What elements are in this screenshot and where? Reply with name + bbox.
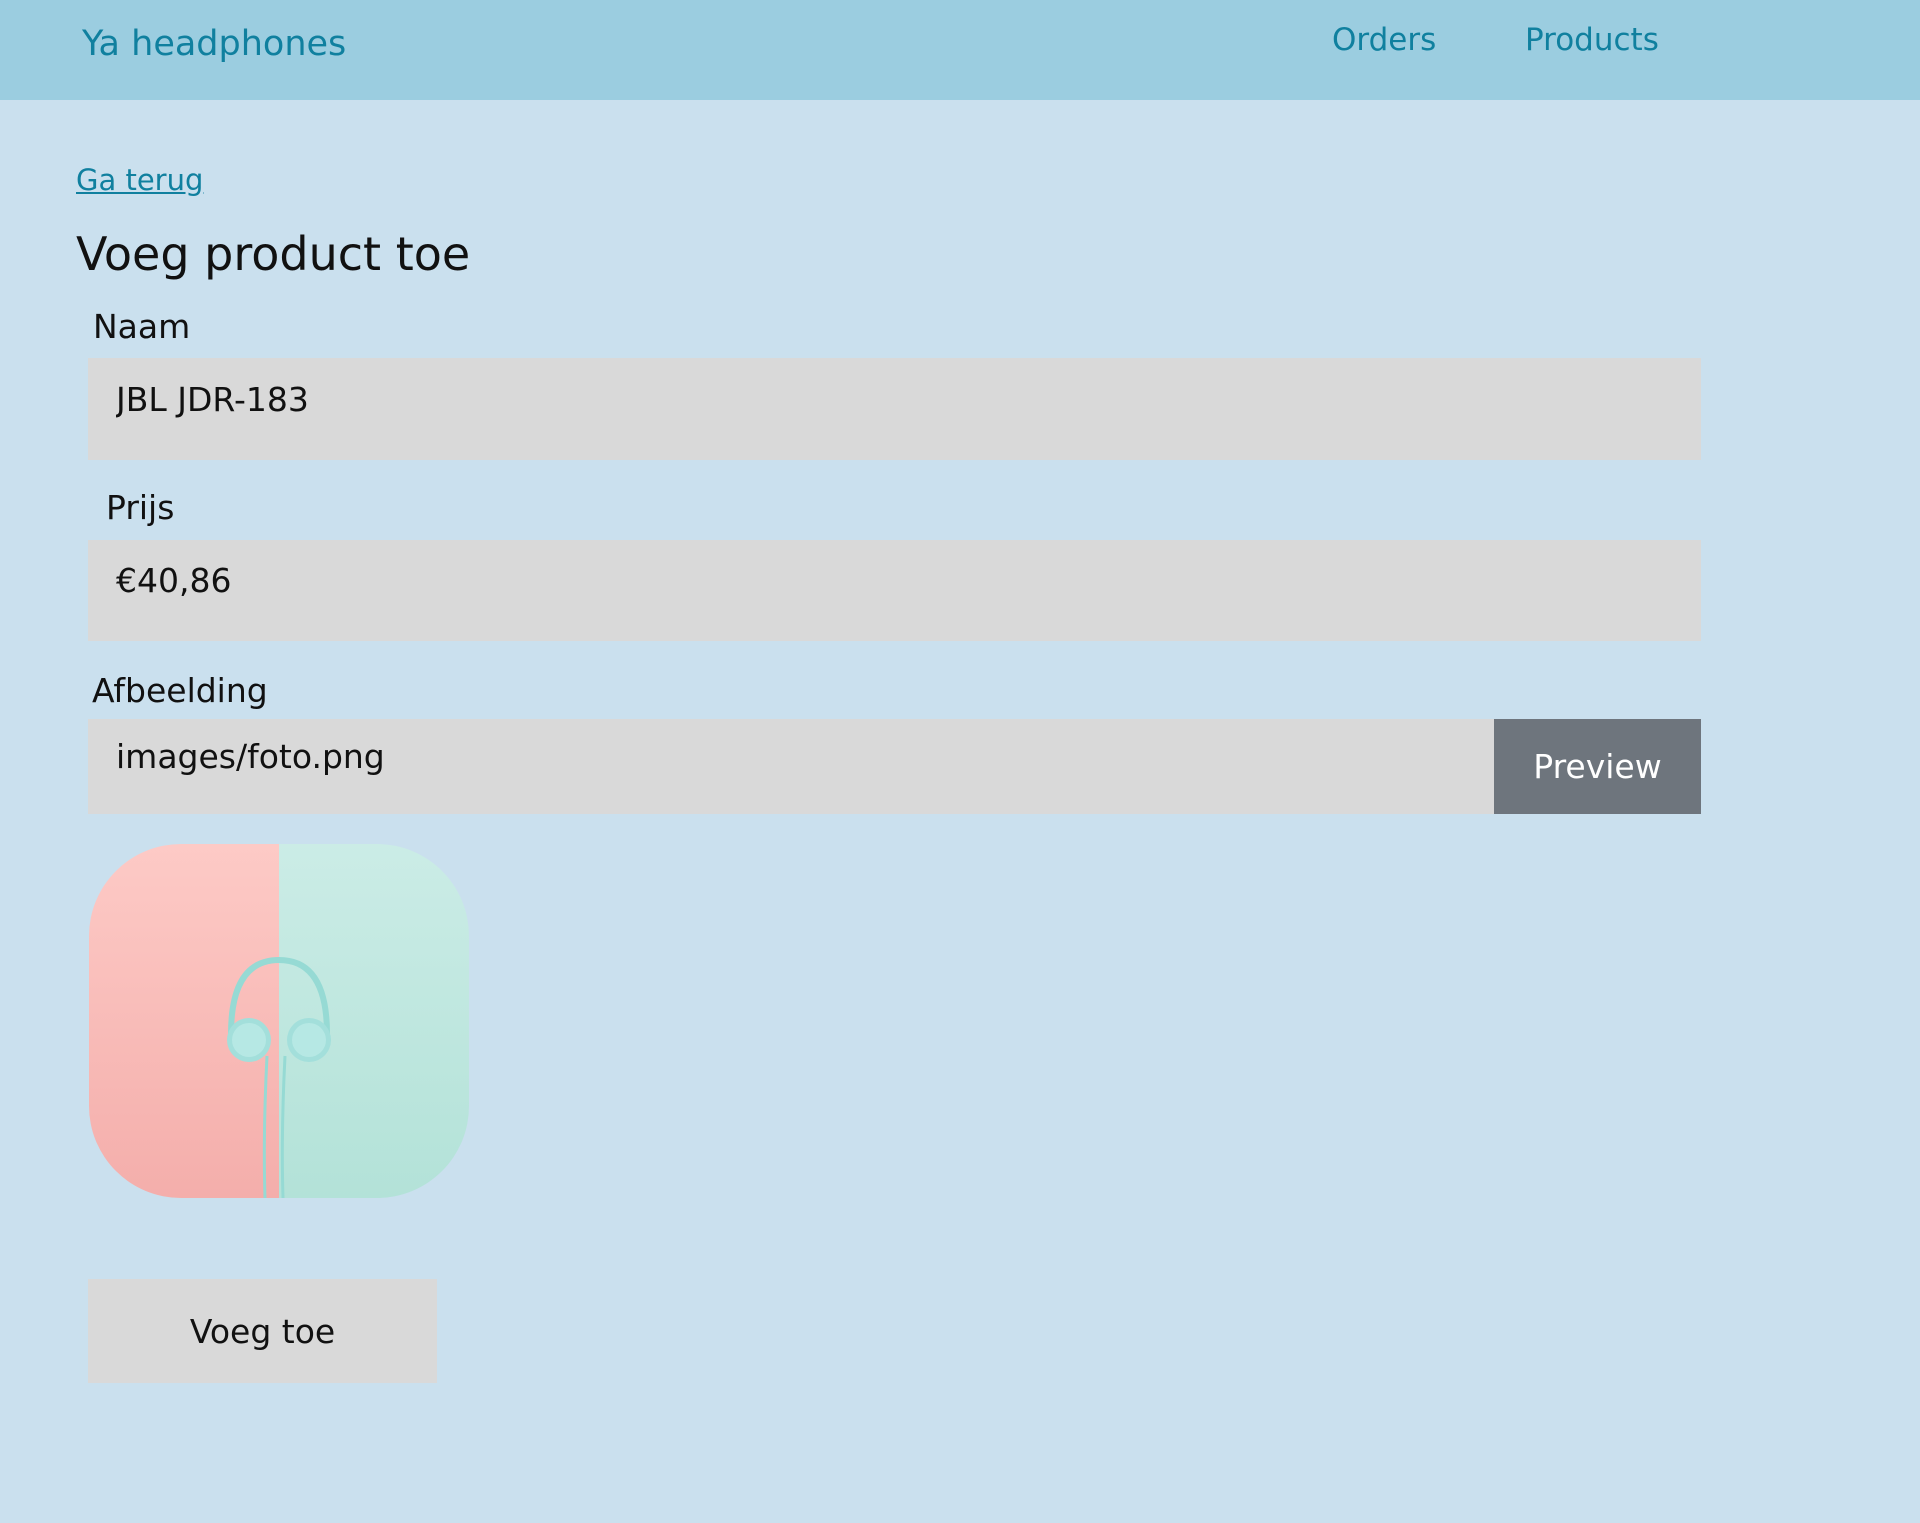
price-input[interactable] xyxy=(88,540,1701,641)
brand-link[interactable]: Ya headphones xyxy=(82,20,346,68)
price-label: Prijs xyxy=(106,488,175,527)
nav-link-products[interactable]: Products xyxy=(1525,18,1659,62)
navbar: Ya headphones Orders Products xyxy=(0,0,1920,100)
name-label: Naam xyxy=(93,307,191,346)
product-preview-image xyxy=(89,844,469,1198)
image-path-input[interactable] xyxy=(88,719,1494,814)
add-product-button[interactable]: Voeg toe xyxy=(88,1279,437,1383)
name-input[interactable] xyxy=(88,358,1701,460)
page-title: Voeg product toe xyxy=(76,227,471,281)
image-label: Afbeelding xyxy=(92,671,268,710)
nav-link-orders[interactable]: Orders xyxy=(1332,18,1436,62)
back-link[interactable]: Ga terug xyxy=(76,160,203,200)
preview-button[interactable]: Preview xyxy=(1494,719,1701,814)
